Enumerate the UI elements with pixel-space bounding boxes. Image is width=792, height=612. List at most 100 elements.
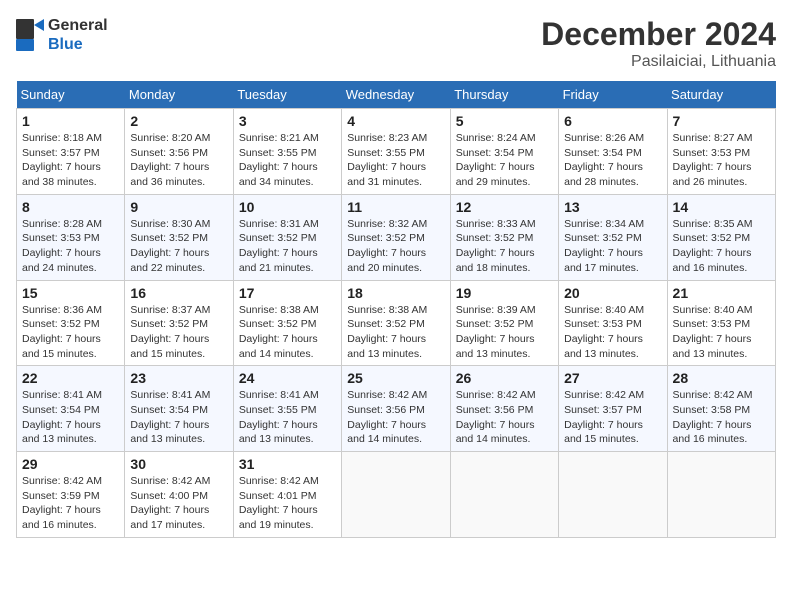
sunrise-text: Sunrise: 8:37 AM [130, 303, 227, 318]
day-number: 24 [239, 370, 336, 386]
day-number: 4 [347, 113, 444, 129]
daylight-text-1: Daylight: 7 hours [130, 332, 227, 347]
day-number: 26 [456, 370, 553, 386]
weekday-monday: Monday [125, 81, 233, 109]
day-number: 5 [456, 113, 553, 129]
day-cell-3: 3Sunrise: 8:21 AMSunset: 3:55 PMDaylight… [233, 109, 341, 195]
sunrise-text: Sunrise: 8:38 AM [347, 303, 444, 318]
weekday-header-row: SundayMondayTuesdayWednesdayThursdayFrid… [17, 81, 776, 109]
weekday-saturday: Saturday [667, 81, 775, 109]
daylight-text-1: Daylight: 7 hours [564, 246, 661, 261]
daylight-text-1: Daylight: 7 hours [347, 418, 444, 433]
day-cell-6: 6Sunrise: 8:26 AMSunset: 3:54 PMDaylight… [559, 109, 667, 195]
sunset-text: Sunset: 3:54 PM [456, 146, 553, 161]
day-info: Sunrise: 8:41 AMSunset: 3:54 PMDaylight:… [22, 388, 119, 447]
sunrise-text: Sunrise: 8:42 AM [564, 388, 661, 403]
sunset-text: Sunset: 3:53 PM [673, 317, 770, 332]
day-cell-15: 15Sunrise: 8:36 AMSunset: 3:52 PMDayligh… [17, 280, 125, 366]
daylight-text-2: and 13 minutes. [130, 432, 227, 447]
daylight-text-2: and 14 minutes. [456, 432, 553, 447]
sunset-text: Sunset: 3:52 PM [22, 317, 119, 332]
day-info: Sunrise: 8:31 AMSunset: 3:52 PMDaylight:… [239, 217, 336, 276]
day-info: Sunrise: 8:21 AMSunset: 3:55 PMDaylight:… [239, 131, 336, 190]
sunrise-text: Sunrise: 8:30 AM [130, 217, 227, 232]
day-number: 23 [130, 370, 227, 386]
daylight-text-2: and 13 minutes. [22, 432, 119, 447]
day-number: 18 [347, 285, 444, 301]
day-cell-22: 22 Sunrise: 8:41 AMSunset: 3:54 PMDayligh… [17, 366, 125, 452]
day-number: 16 [130, 285, 227, 301]
daylight-text-2: and 13 minutes. [673, 347, 770, 362]
daylight-text-1: Daylight: 7 hours [22, 332, 119, 347]
sunset-text: Sunset: 3:55 PM [239, 403, 336, 418]
weekday-tuesday: Tuesday [233, 81, 341, 109]
sunset-text: Sunset: 3:54 PM [564, 146, 661, 161]
day-cell-13: 13Sunrise: 8:34 AMSunset: 3:52 PMDayligh… [559, 194, 667, 280]
daylight-text-1: Daylight: 7 hours [456, 332, 553, 347]
daylight-text-2: and 16 minutes. [673, 432, 770, 447]
logo: General Blue [16, 16, 108, 54]
daylight-text-1: Daylight: 7 hours [239, 160, 336, 175]
day-number: 15 [22, 285, 119, 301]
sunrise-text: Sunrise: 8:41 AM [130, 388, 227, 403]
day-cell-29: 29Sunrise: 8:42 AMSunset: 3:59 PMDayligh… [17, 452, 125, 538]
day-number: 19 [456, 285, 553, 301]
weekday-sunday: Sunday [17, 81, 125, 109]
day-number: 22 [22, 370, 119, 386]
sunset-text: Sunset: 3:55 PM [239, 146, 336, 161]
day-info: Sunrise: 8:42 AMSunset: 4:00 PMDaylight:… [130, 474, 227, 533]
daylight-text-1: Daylight: 7 hours [347, 160, 444, 175]
sunset-text: Sunset: 3:52 PM [239, 231, 336, 246]
title-block: December 2024 Pasilaiciai, Lithuania [541, 16, 776, 71]
daylight-text-2: and 26 minutes. [673, 175, 770, 190]
day-info: Sunrise: 8:42 AMSunset: 3:59 PMDaylight:… [22, 474, 119, 533]
daylight-text-2: and 29 minutes. [456, 175, 553, 190]
daylight-text-1: Daylight: 7 hours [22, 418, 119, 433]
day-info: Sunrise: 8:39 AMSunset: 3:52 PMDaylight:… [456, 303, 553, 362]
day-info: Sunrise: 8:27 AMSunset: 3:53 PMDaylight:… [673, 131, 770, 190]
sunrise-text: Sunrise: 8:41 AM [239, 388, 336, 403]
calendar-body: 1Sunrise: 8:18 AMSunset: 3:57 PMDaylight… [17, 109, 776, 538]
sunrise-text: Sunrise: 8:23 AM [347, 131, 444, 146]
day-info: Sunrise: 8:35 AMSunset: 3:52 PMDaylight:… [673, 217, 770, 276]
logo-blue-text: Blue [48, 35, 108, 54]
sunset-text: Sunset: 3:52 PM [456, 317, 553, 332]
sunset-text: Sunset: 3:52 PM [130, 317, 227, 332]
daylight-text-1: Daylight: 7 hours [564, 332, 661, 347]
sunrise-text: Sunrise: 8:42 AM [347, 388, 444, 403]
day-cell-1: 1Sunrise: 8:18 AMSunset: 3:57 PMDaylight… [17, 109, 125, 195]
calendar-table: SundayMondayTuesdayWednesdayThursdayFrid… [16, 81, 776, 538]
daylight-text-1: Daylight: 7 hours [673, 246, 770, 261]
day-cell-19: 19 Sunrise: 8:39 AMSunset: 3:52 PMDayligh… [450, 280, 558, 366]
sunset-text: Sunset: 3:58 PM [673, 403, 770, 418]
sunrise-text: Sunrise: 8:40 AM [673, 303, 770, 318]
day-cell-9: 9Sunrise: 8:30 AMSunset: 3:52 PMDaylight… [125, 194, 233, 280]
weekday-friday: Friday [559, 81, 667, 109]
daylight-text-2: and 38 minutes. [22, 175, 119, 190]
sunset-text: Sunset: 4:01 PM [239, 489, 336, 504]
daylight-text-1: Daylight: 7 hours [130, 418, 227, 433]
day-info: Sunrise: 8:42 AMSunset: 4:01 PMDaylight:… [239, 474, 336, 533]
sunrise-text: Sunrise: 8:42 AM [130, 474, 227, 489]
day-info: Sunrise: 8:30 AMSunset: 3:52 PMDaylight:… [130, 217, 227, 276]
daylight-text-2: and 31 minutes. [347, 175, 444, 190]
day-cell-16: 16 Sunrise: 8:37 AMSunset: 3:52 PMDayligh… [125, 280, 233, 366]
day-number: 31 [239, 456, 336, 472]
daylight-text-1: Daylight: 7 hours [564, 160, 661, 175]
sunset-text: Sunset: 3:52 PM [673, 231, 770, 246]
sunrise-text: Sunrise: 8:40 AM [564, 303, 661, 318]
daylight-text-1: Daylight: 7 hours [456, 418, 553, 433]
daylight-text-1: Daylight: 7 hours [673, 332, 770, 347]
daylight-text-2: and 19 minutes. [239, 518, 336, 533]
daylight-text-2: and 22 minutes. [130, 261, 227, 276]
day-info: Sunrise: 8:40 AMSunset: 3:53 PMDaylight:… [673, 303, 770, 362]
sunrise-text: Sunrise: 8:42 AM [22, 474, 119, 489]
sunset-text: Sunset: 3:53 PM [673, 146, 770, 161]
day-cell-20: 20Sunrise: 8:40 AMSunset: 3:53 PMDayligh… [559, 280, 667, 366]
sunset-text: Sunset: 3:52 PM [130, 231, 227, 246]
sunrise-text: Sunrise: 8:21 AM [239, 131, 336, 146]
day-number: 6 [564, 113, 661, 129]
day-number: 8 [22, 199, 119, 215]
sunrise-text: Sunrise: 8:20 AM [130, 131, 227, 146]
daylight-text-2: and 13 minutes. [347, 347, 444, 362]
